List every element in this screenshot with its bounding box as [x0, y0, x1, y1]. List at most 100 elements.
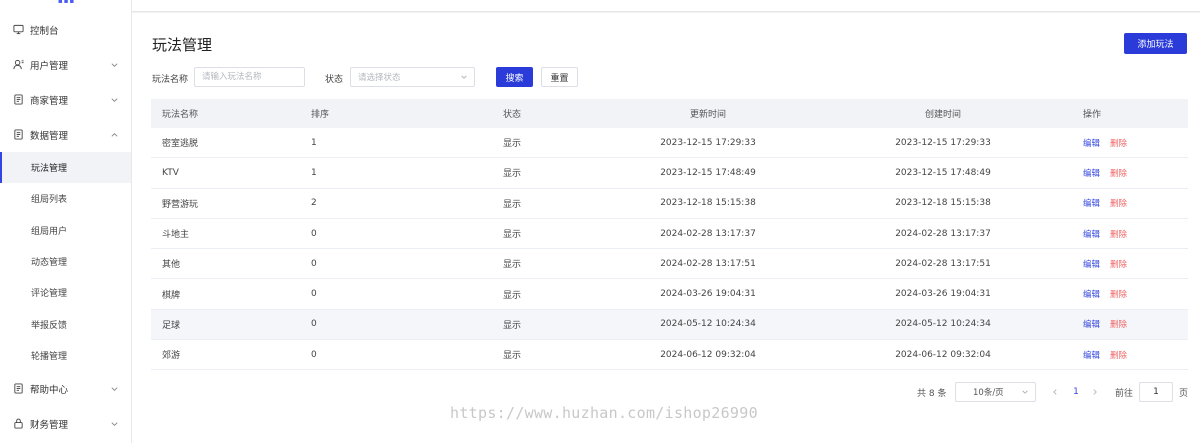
add-play-type-button[interactable]: 添加玩法 [1124, 33, 1187, 54]
cell-name: 足球 [162, 320, 181, 331]
pagination-total: 共 8 条 [917, 388, 947, 399]
reset-button[interactable]: 重置 [541, 67, 578, 87]
chevron-down-icon [111, 62, 118, 67]
cell-actions: 编辑 删除 [1063, 228, 1188, 240]
monitor-icon [12, 24, 24, 36]
play-types-table: 玩法名称 排序 状态 更新时间 创建时间 操作 密室逃脱 1 显示 2023-1… [151, 99, 1188, 371]
chevron-down-icon [111, 97, 118, 102]
sidebar-item-merchants[interactable]: 商家管理 [0, 82, 131, 117]
goto-page-input[interactable] [1139, 382, 1173, 402]
cell-updated: 2024-06-12 09:32:04 [660, 349, 756, 360]
search-button[interactable]: 搜索 [496, 67, 533, 87]
table-row: 足球 0 显示 2024-05-12 10:24:34 2024-05-12 1… [151, 309, 1188, 341]
cell-sort: 0 [311, 319, 317, 330]
cell-name: 其他 [162, 260, 181, 271]
edit-link[interactable]: 编辑 [1083, 351, 1100, 361]
sidebar-item-label: 控制台 [30, 25, 59, 37]
cell-updated: 2023-12-15 17:29:33 [660, 137, 756, 148]
user-icon [12, 59, 24, 71]
cell-created: 2023-12-15 17:29:33 [895, 137, 991, 148]
cell-sort: 0 [311, 258, 317, 269]
sidebar-item-finance[interactable]: 财务管理 [0, 406, 131, 441]
cell-actions: 编辑 删除 [1063, 288, 1188, 300]
table-row: 密室逃脱 1 显示 2023-12-15 17:29:33 2023-12-15… [151, 128, 1188, 159]
sidebar-item-users[interactable]: 用户管理 [0, 47, 131, 82]
document-icon [12, 129, 24, 141]
edit-link[interactable]: 编辑 [1083, 139, 1100, 149]
table-row: 棋牌 0 显示 2024-03-26 19:04:31 2024-03-26 1… [151, 279, 1188, 310]
sidebar-subitem-label: 组局用户 [31, 226, 68, 237]
delete-link[interactable]: 删除 [1110, 230, 1127, 240]
table-row: KTV 1 显示 2023-12-15 17:48:49 2023-12-15 … [151, 158, 1188, 189]
sidebar-subitem-group-users[interactable]: 组局用户 [0, 215, 131, 246]
cell-status: 显示 [503, 260, 522, 271]
sidebar-item-help[interactable]: 帮助中心 [0, 371, 131, 406]
main-content: 玩法管理 添加玩法 玩法名称 状态 请选择状态 搜索 重置 玩法名称 排序 状态… [132, 13, 1200, 443]
status-select-placeholder: 请选择状态 [358, 73, 401, 83]
delete-link[interactable]: 删除 [1110, 169, 1127, 179]
sidebar-item-dashboard[interactable]: 控制台 [0, 12, 131, 47]
table-row: 其他 0 显示 2024-02-28 13:17:51 2024-02-28 1… [151, 249, 1188, 280]
page-size-select[interactable]: 10条/页 [955, 382, 1036, 402]
edit-link[interactable]: 编辑 [1083, 320, 1100, 330]
document-icon [12, 94, 24, 106]
sidebar-subitem-comments[interactable]: 评论管理 [0, 277, 131, 308]
page-suffix-label: 页 [1179, 388, 1189, 399]
sidebar-subitem-play-types[interactable]: 玩法管理 [0, 152, 131, 184]
cell-status: 显示 [503, 351, 522, 362]
sidebar-subitem-moments[interactable]: 动态管理 [0, 246, 131, 277]
status-select[interactable]: 请选择状态 [350, 67, 475, 87]
name-search-input[interactable] [194, 67, 305, 87]
table-row: 斗地主 0 显示 2024-02-28 13:17:37 2024-02-28 … [151, 219, 1188, 250]
delete-link[interactable]: 删除 [1110, 199, 1127, 209]
cell-name: KTV [162, 167, 179, 178]
column-header-name: 玩法名称 [162, 110, 199, 120]
cell-actions: 编辑 删除 [1063, 318, 1188, 330]
edit-link[interactable]: 编辑 [1083, 260, 1100, 270]
column-header-actions: 操作 [1083, 110, 1102, 120]
chevron-up-icon [111, 132, 118, 137]
sidebar-subitem-banners[interactable]: 轮播管理 [0, 340, 131, 371]
delete-link[interactable]: 删除 [1110, 260, 1127, 270]
edit-link[interactable]: 编辑 [1083, 230, 1100, 240]
cell-updated: 2024-02-28 13:17:37 [660, 228, 756, 239]
next-page-button[interactable] [1090, 382, 1100, 402]
delete-link[interactable]: 删除 [1110, 320, 1127, 330]
cell-created: 2024-05-12 10:24:34 [895, 319, 991, 330]
cell-status: 显示 [503, 139, 522, 150]
delete-link[interactable]: 删除 [1110, 139, 1127, 149]
cell-actions: 编辑 删除 [1063, 197, 1188, 209]
cell-actions: 编辑 删除 [1063, 137, 1188, 149]
lock-icon [12, 418, 24, 430]
logo-icon: ▪▪▪ [58, 0, 76, 5]
sidebar-item-label: 用户管理 [30, 60, 69, 72]
prev-page-button[interactable] [1050, 382, 1060, 402]
column-header-sort: 排序 [311, 110, 330, 120]
sidebar-item-label: 数据管理 [30, 130, 69, 142]
page-number-current[interactable]: 1 [1070, 382, 1082, 402]
delete-link[interactable]: 删除 [1110, 290, 1127, 300]
cell-actions: 编辑 删除 [1063, 167, 1188, 179]
cell-status: 显示 [503, 290, 522, 301]
cell-created: 2023-12-15 17:48:49 [895, 167, 991, 178]
edit-link[interactable]: 编辑 [1083, 199, 1100, 209]
cell-created: 2024-06-12 09:32:04 [895, 349, 991, 360]
edit-link[interactable]: 编辑 [1083, 290, 1100, 300]
cell-sort: 0 [311, 228, 317, 239]
cell-sort: 0 [311, 349, 317, 360]
cell-name: 郊游 [162, 351, 181, 362]
cell-sort: 1 [311, 137, 317, 148]
cell-created: 2024-02-28 13:17:51 [895, 258, 991, 269]
sidebar-item-data[interactable]: 数据管理 [0, 117, 131, 152]
chevron-right-icon [1093, 389, 1097, 395]
sidebar-subitem-reports[interactable]: 举报反馈 [0, 308, 131, 339]
sidebar-subitem-group-list[interactable]: 组局列表 [0, 183, 131, 214]
sidebar-subitem-label: 玩法管理 [31, 164, 68, 175]
cell-created: 2024-03-26 19:04:31 [895, 289, 991, 300]
edit-link[interactable]: 编辑 [1083, 169, 1100, 179]
page-title: 玩法管理 [152, 36, 213, 54]
column-header-updated: 更新时间 [689, 110, 726, 120]
sidebar-subitem-label: 举报反馈 [31, 320, 68, 331]
delete-link[interactable]: 删除 [1110, 351, 1127, 361]
cell-updated: 2024-02-28 13:17:51 [660, 258, 756, 269]
